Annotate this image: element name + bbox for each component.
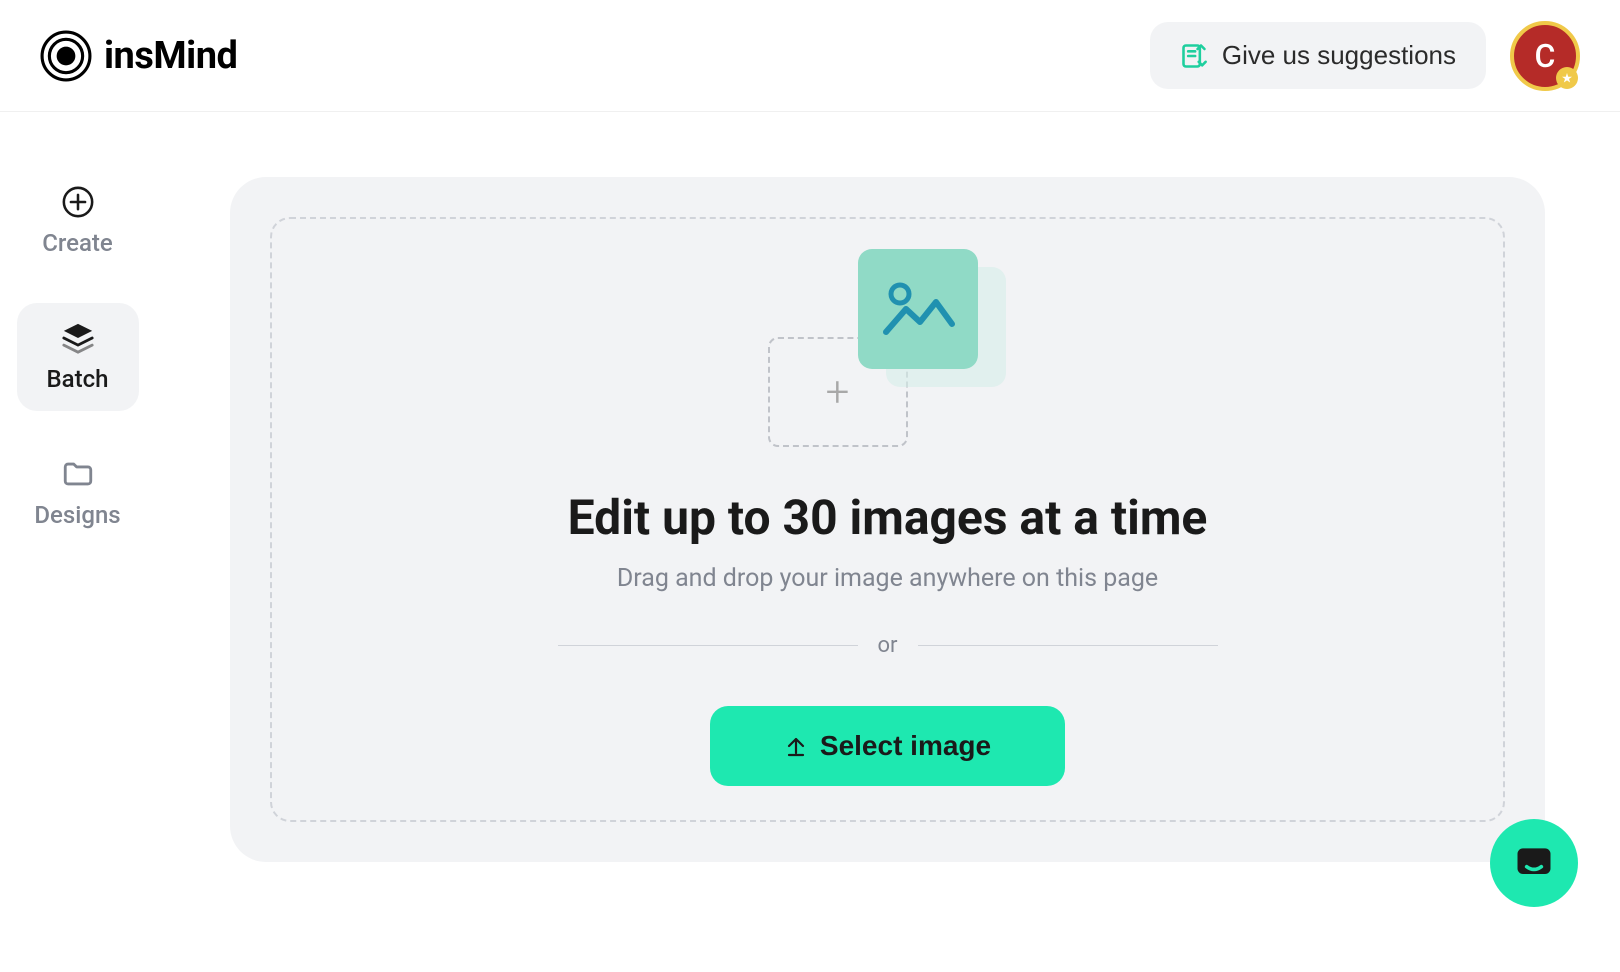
chat-button[interactable] [1490,819,1578,907]
content: + Edit up to 30 images at a time Drag an… [155,112,1620,972]
header: insMind Give us suggestions C [0,0,1620,112]
suggestions-icon [1180,42,1208,70]
sidebar-item-designs[interactable]: Designs [17,439,139,547]
sidebar: Create Batch Designs [0,112,155,972]
main-container: Create Batch Designs + [0,112,1620,972]
sidebar-item-batch[interactable]: Batch [17,303,139,411]
upload-subtitle: Drag and drop your image anywhere on thi… [617,564,1158,593]
sidebar-item-label: Create [42,229,113,257]
folder-icon [61,457,95,491]
divider: or [558,633,1218,658]
select-image-button[interactable]: Select image [710,706,1065,786]
sidebar-item-label: Designs [34,501,120,529]
plus-circle-icon [61,185,95,219]
sidebar-item-label: Batch [47,365,109,393]
avatar-badge-icon [1556,67,1578,89]
logo[interactable]: insMind [40,30,237,82]
suggestions-label: Give us suggestions [1222,40,1456,71]
logo-icon [40,30,92,82]
avatar-initial: C [1535,37,1556,75]
layers-icon [61,321,95,355]
upload-dropzone[interactable]: + Edit up to 30 images at a time Drag an… [270,217,1505,822]
suggestions-button[interactable]: Give us suggestions [1150,22,1486,89]
upload-panel: + Edit up to 30 images at a time Drag an… [230,177,1545,862]
header-right: Give us suggestions C [1150,21,1580,91]
logo-text: insMind [104,34,237,78]
upload-title: Edit up to 30 images at a time [568,489,1208,546]
upload-icon [784,734,808,758]
sidebar-item-create[interactable]: Create [17,167,139,275]
upload-illustration-icon: + [758,249,1018,449]
avatar[interactable]: C [1510,21,1580,91]
chat-icon [1512,841,1556,885]
select-image-label: Select image [820,730,991,762]
divider-text: or [878,633,898,658]
